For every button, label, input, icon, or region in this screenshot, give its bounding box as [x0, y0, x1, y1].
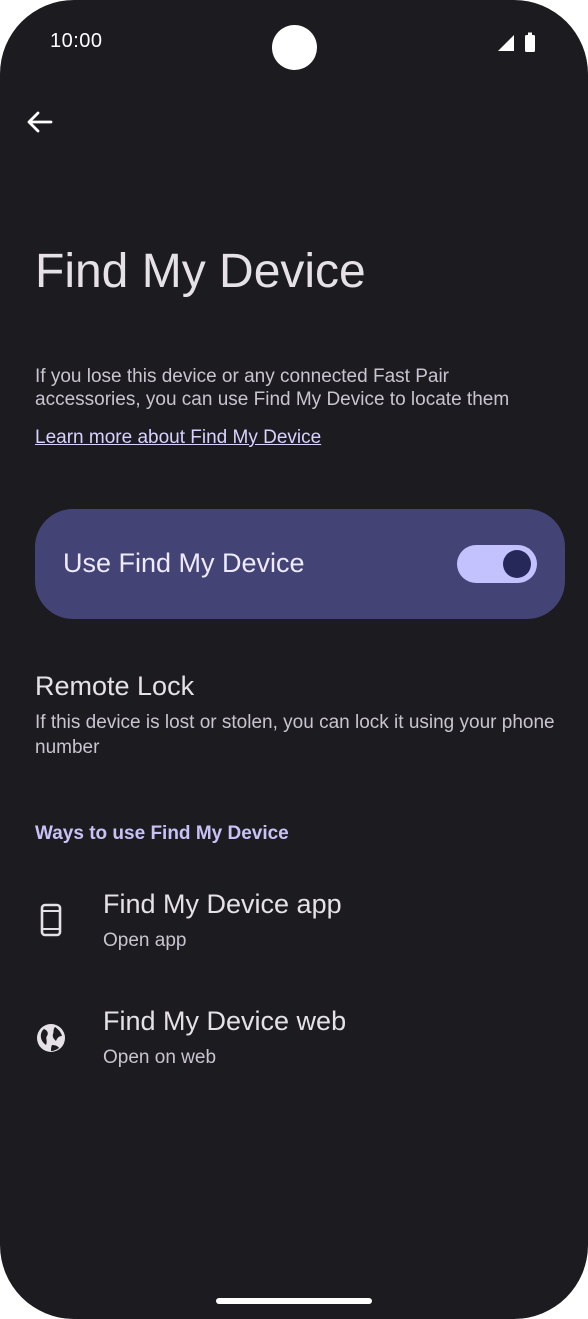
- use-find-my-device-toggle[interactable]: [457, 545, 537, 583]
- find-my-device-app-item[interactable]: Find My Device app Open app: [0, 870, 588, 970]
- status-icons: [498, 32, 535, 52]
- ways-section-header: Ways to use Find My Device: [35, 823, 289, 844]
- phone-icon: [40, 903, 62, 937]
- remote-lock-summary: If this device is lost or stolen, you ca…: [35, 712, 555, 758]
- camera-cutout: [272, 25, 317, 70]
- battery-icon: [525, 35, 535, 52]
- page-description: If you lose this device or any connected…: [35, 366, 510, 410]
- app-item-subtitle: Open app: [103, 930, 187, 951]
- web-item-subtitle: Open on web: [103, 1047, 217, 1068]
- web-item-title: Find My Device web: [103, 1006, 347, 1036]
- remote-lock-title: Remote Lock: [35, 671, 195, 701]
- main-switch-label: Use Find My Device: [63, 548, 305, 578]
- toggle-thumb: [503, 550, 531, 578]
- signal-icon: [498, 35, 514, 51]
- phone-screen: 10:00 Find My Device If you lose this de…: [0, 0, 588, 1319]
- learn-more-link[interactable]: Learn more about Find My Device: [35, 427, 321, 449]
- app-item-title: Find My Device app: [103, 889, 342, 919]
- find-my-device-web-item[interactable]: Find My Device web Open on web: [0, 987, 588, 1087]
- use-find-my-device-switch-bar[interactable]: Use Find My Device: [35, 509, 565, 619]
- arrow-back-icon[interactable]: [24, 106, 56, 138]
- status-time: 10:00: [50, 30, 103, 52]
- globe-icon: [37, 1024, 65, 1052]
- page-title: Find My Device: [35, 245, 366, 298]
- gesture-nav-handle[interactable]: [216, 1298, 372, 1304]
